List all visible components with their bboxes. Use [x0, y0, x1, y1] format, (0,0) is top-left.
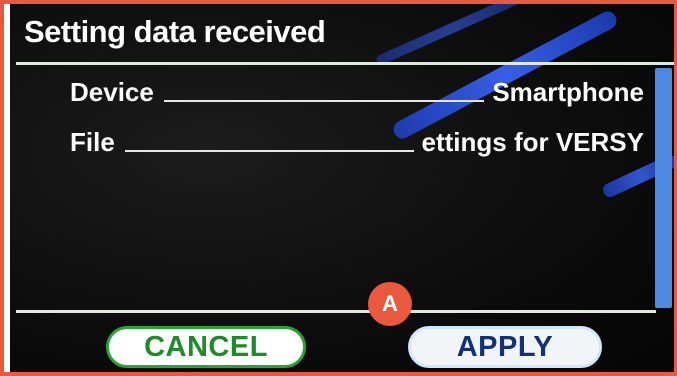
device-row: Device Smartphone: [70, 72, 644, 108]
apply-button[interactable]: APPLY: [408, 326, 602, 368]
leader-line: [124, 150, 414, 152]
cancel-button[interactable]: CANCEL: [106, 326, 306, 368]
button-divider: [16, 310, 656, 313]
screen-glare: [374, 4, 526, 67]
screenshot-frame: Setting data received Device Smartphone …: [0, 0, 677, 376]
file-value: ettings for VERSY: [421, 127, 644, 157]
annotation-marker: A: [368, 282, 412, 326]
device-value: Smartphone: [492, 77, 644, 107]
device-label: Device: [70, 77, 154, 107]
device-screen: Setting data received Device Smartphone …: [10, 4, 674, 372]
leader-line: [163, 100, 485, 102]
dialog-title: Setting data received: [24, 14, 326, 49]
file-label: File: [70, 127, 115, 157]
file-row: File ettings for VERSY: [70, 122, 644, 158]
title-divider: [16, 62, 674, 65]
scrollbar[interactable]: [655, 68, 672, 308]
